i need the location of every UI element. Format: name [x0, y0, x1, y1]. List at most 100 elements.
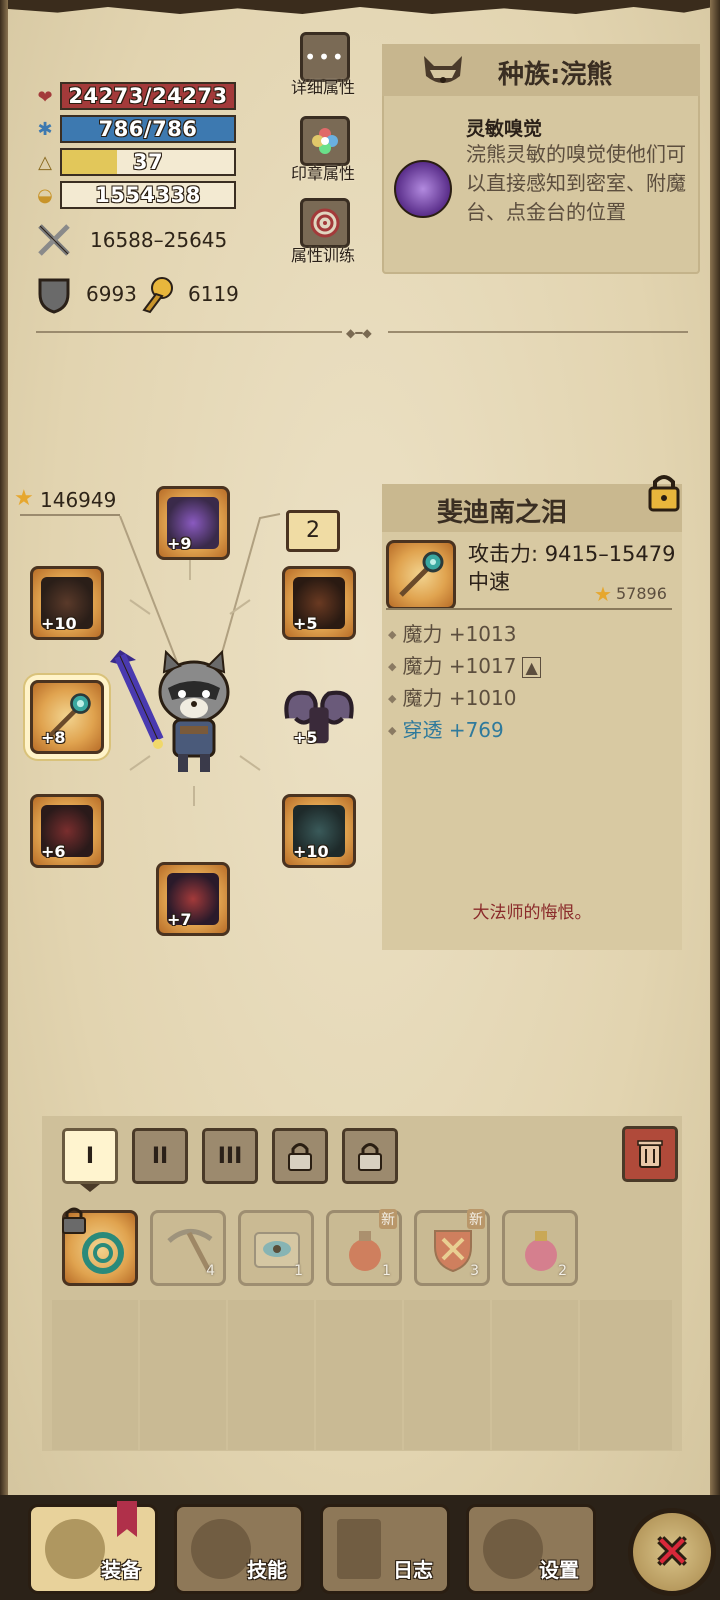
defense-value: 6993 [86, 282, 137, 306]
lock-icon [288, 1143, 312, 1171]
nav-settings-label: 设置 [539, 1558, 579, 1582]
hp-value: 24273/24273 [68, 84, 228, 108]
lock-icon [62, 1207, 86, 1234]
level-value: 37 [132, 150, 164, 174]
lock-icon[interactable] [646, 472, 682, 512]
diamond-icon: ◆ [388, 628, 397, 641]
skill-medallion-icon [191, 1519, 251, 1579]
inventory-tab-locked-2[interactable] [342, 1128, 398, 1184]
slot-chest[interactable]: +5 [282, 566, 356, 640]
gold-icon: ◒ [37, 184, 53, 206]
resist-icon [142, 277, 173, 314]
raccoon-character [110, 650, 230, 772]
attribute-training-button[interactable] [300, 198, 350, 248]
attribute-text: 魔力 +1010 [402, 686, 517, 710]
diamond-icon: ◆ [388, 660, 397, 673]
attribute-training-label[interactable]: 属性训练 [278, 242, 368, 266]
page-badge[interactable]: 2 [286, 510, 340, 552]
inventory-item-locked-rope[interactable] [62, 1207, 138, 1286]
attribute-line: ◆ 魔力 +1017 ▲ [388, 650, 541, 679]
item-speed: 中速 [468, 570, 510, 594]
axe-icon [45, 1519, 105, 1579]
inventory-item-pink-potion[interactable]: 2 [502, 1210, 578, 1286]
slot-weapon[interactable]: +8 [30, 680, 104, 754]
item-detail-panel: 斐迪南之泪 攻击力: 9415–15479 中速 ★ 57896 ◆ 魔力 +10… [382, 475, 682, 950]
item-count: 1 [294, 1263, 303, 1279]
inventory-cell[interactable] [228, 1300, 314, 1450]
flower-icon [312, 128, 338, 154]
race-panel: 种族:浣熊 灵敏嗅觉 浣熊灵敏的嗅觉使他们可以直接感知到密室、附魔台、点金台的位… [382, 44, 700, 274]
slot-legs[interactable]: +10 [282, 794, 356, 868]
item-icon-frame [386, 540, 456, 610]
raccoon-head-icon [424, 56, 462, 83]
nav-skills[interactable]: 技能 [174, 1504, 304, 1594]
detail-attributes-label[interactable]: 详细属性 [278, 74, 368, 98]
inventory-cell[interactable] [140, 1300, 226, 1450]
inventory-cell[interactable] [52, 1300, 138, 1450]
lock-icon [358, 1143, 382, 1171]
more-dots-icon: ••• [304, 45, 346, 69]
gold-bar: 1554338 [60, 181, 236, 209]
attribute-line: ◆ 魔力 +1013 [388, 618, 516, 647]
inventory-tab-3[interactable]: III [202, 1128, 258, 1184]
image-icon: ▲ [522, 657, 541, 678]
boots-plus: +7 [167, 910, 192, 929]
inventory-item-shield[interactable]: 新 3 [414, 1209, 490, 1286]
inventory-item-red-potion[interactable]: 新 1 [326, 1209, 402, 1286]
chest-plus: +5 [293, 614, 318, 633]
star-icon: ★ [14, 486, 34, 511]
item-score: 57896 [616, 584, 667, 603]
nav-log[interactable]: 日志 [320, 1504, 450, 1594]
nav-log-label: 日志 [393, 1558, 433, 1582]
new-badge: 新 [467, 1209, 485, 1229]
mp-bar: 786/786 [60, 115, 236, 143]
close-button[interactable]: ✕ [628, 1508, 716, 1596]
shield-icon [38, 278, 70, 314]
inventory-tab-1[interactable]: I [62, 1128, 118, 1184]
inventory-item-pickaxe[interactable]: 4 [150, 1210, 226, 1286]
diamond-icon: ◆ [388, 724, 397, 737]
item-flavor-text: 大法师的悔恨。 [472, 903, 592, 923]
magic-resist-value: 6119 [188, 282, 239, 306]
legs-plus: +10 [293, 842, 329, 861]
inventory-cell[interactable] [316, 1300, 402, 1450]
attack-value: 16588–25645 [90, 228, 228, 252]
heart-icon: ❤ [37, 86, 53, 108]
trash-button[interactable] [622, 1126, 678, 1182]
bookmark-icon [117, 1501, 137, 1537]
inventory-cell[interactable] [580, 1300, 672, 1450]
nav-settings[interactable]: 设置 [466, 1504, 596, 1594]
inventory-cell[interactable] [404, 1300, 490, 1450]
slot-helmet[interactable]: +9 [156, 486, 230, 560]
horns-plus: +5 [293, 728, 318, 747]
trait-icon [394, 160, 452, 218]
inventory-tab-locked-1[interactable] [272, 1128, 328, 1184]
hp-bar: 24273/24273 [60, 82, 236, 110]
seal-attributes-button[interactable] [300, 116, 350, 166]
inventory-item-eye-scroll[interactable]: 1 [238, 1210, 314, 1286]
attribute-line: ◆ 魔力 +1010 [388, 682, 516, 711]
inventory-cell[interactable] [492, 1300, 578, 1450]
slot-shoulder[interactable]: +10 [30, 566, 104, 640]
inventory-tab-2[interactable]: II [132, 1128, 188, 1184]
helmet-plus: +9 [167, 534, 192, 553]
mp-value: 786/786 [98, 117, 198, 141]
star-icon: ★ [594, 582, 612, 606]
slot-boots[interactable]: +7 [156, 862, 230, 936]
journal-icon [337, 1519, 381, 1579]
torn-edge-right [710, 0, 720, 1600]
slot-gauntlet[interactable]: +6 [30, 794, 104, 868]
new-badge: 新 [379, 1209, 397, 1229]
attribute-text: 魔力 +1013 [402, 622, 517, 646]
slot-horns[interactable]: +5 [282, 680, 356, 754]
diamond-icon: ◆ [388, 692, 397, 705]
total-score: 146949 [40, 488, 117, 512]
swords-icon [38, 224, 70, 256]
divider-right [388, 331, 688, 333]
staff-icon [399, 551, 444, 597]
divider-ornament: ◆━◆ [346, 326, 372, 340]
score-underline [20, 514, 120, 516]
seal-attributes-label[interactable]: 印章属性 [278, 160, 368, 184]
item-name: 斐迪南之泪 [436, 498, 567, 528]
nav-equipment[interactable]: 装备 [28, 1501, 158, 1594]
